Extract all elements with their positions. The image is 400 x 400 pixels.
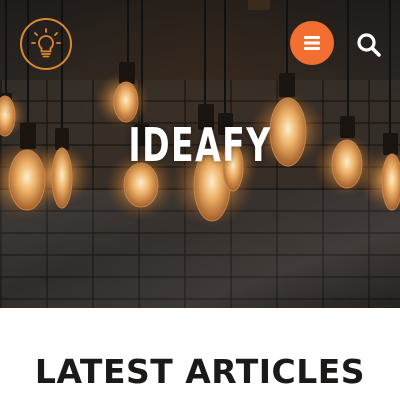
- hamburger-menu-icon: [304, 36, 320, 50]
- hero-banner: IDEAFY: [0, 0, 400, 308]
- search-icon: [357, 33, 381, 57]
- lightbulb-icon: [31, 28, 61, 58]
- menu-button[interactable]: [290, 21, 334, 65]
- latest-articles-heading: LATEST ARTICLES: [34, 352, 366, 391]
- search-button[interactable]: [354, 30, 384, 60]
- logo[interactable]: [20, 18, 72, 70]
- site-title[interactable]: IDEAFY: [56, 118, 344, 172]
